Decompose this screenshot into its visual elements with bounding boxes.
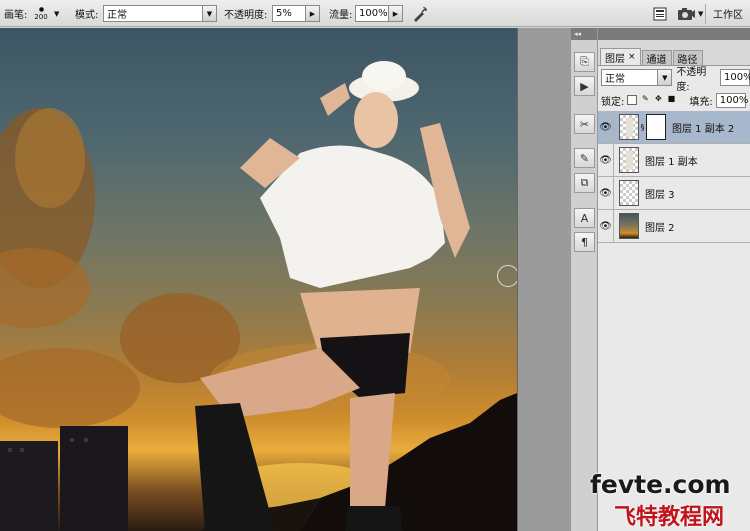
layer-name: 图层 1 副本 [645,156,698,168]
options-bar: 画笔: 200 ▼ 模式: 正常 ▼ 不透明度: 5% ▶ 流量: 100% ▶… [0,0,750,27]
opacity-label: 不透明度: [224,10,268,21]
brushes-icon[interactable]: ✎ [574,148,595,168]
history-icon[interactable]: ⎘ [574,52,595,72]
image-canvas[interactable] [0,28,517,531]
mode-label: 模式: [75,10,99,21]
layer-thumbnail [619,114,639,140]
tab-channels[interactable]: 通道 [641,50,672,66]
watermark-site-name: 飞特教程网 [614,505,725,530]
blend-mode-value: 正常 [605,74,625,85]
fill-field[interactable]: 100% [715,92,749,108]
canvas-pasteboard [517,28,570,531]
layers-panel-body: 正常 ▼ 不透明度: 100% 锁定: ✎ ✥ ■ 填充: 100% 👁 § 图… [598,65,750,531]
chevron-down-icon[interactable]: ▼ [657,70,672,85]
tab-layers-label: 图层 [605,53,625,65]
camera-icon[interactable] [676,4,696,24]
fill-label: 填充: [689,96,713,108]
layer-name: 图层 3 [645,189,675,201]
layer-opacity-field[interactable]: 100% [720,69,750,86]
link-icon[interactable]: § [639,123,646,132]
chevron-down-icon[interactable]: ▼ [698,10,703,18]
layer-row[interactable]: 👁 图层 3 [598,176,750,210]
opacity-value: 5% [276,8,292,19]
layer-name: 图层 2 [645,222,675,234]
panel-title-bar[interactable] [598,28,750,40]
flow-value: 100% [359,8,388,19]
workspace-menu[interactable]: 工作区 [713,6,743,21]
close-icon[interactable]: × [628,52,636,62]
opacity-slider-button[interactable]: ▶ [306,5,320,22]
layer-row[interactable]: 👁 图层 2 [598,209,750,243]
layer-opacity-value: 100% [724,72,750,83]
brush-preset-picker[interactable]: 200 ▼ [30,0,59,27]
character-icon[interactable]: A [574,208,595,228]
layers-panel: 图层 × 通道 路径 正常 ▼ 不透明度: 100% 锁定: ✎ ✥ ■ 填充:… [598,28,750,531]
brush-label: 画笔: [4,10,28,21]
photoshop-window: 画笔: 200 ▼ 模式: 正常 ▼ 不透明度: 5% ▶ 流量: 100% ▶… [0,0,750,531]
tab-layers[interactable]: 图层 × [600,48,641,65]
lock-transparency-icon[interactable] [627,95,638,105]
dock-collapse-bar[interactable]: ◂◂ [571,28,597,40]
layer-list: 👁 § 图层 1 副本 2 👁 图层 1 副本 👁 图层 3 👁 图层 2 [598,110,750,243]
mode-select[interactable]: 正常 ▼ [103,5,217,22]
lock-pixels-icon[interactable]: ✎ [640,95,650,105]
layer-thumbnail [619,180,639,206]
panel-dock-collapsed: ◂◂ ⎘ ▶ ✂ ✎ ⧉ A ¶ [570,28,598,531]
toolbar-separator [705,3,706,24]
brush-size: 200 [34,12,48,21]
eye-icon[interactable]: 👁 [598,110,614,144]
layer-mask-thumbnail[interactable] [646,114,666,140]
layer-row[interactable]: 👁 图层 1 副本 [598,143,750,177]
airbrush-icon[interactable] [410,4,430,24]
tab-channels-label: 通道 [646,54,667,66]
clone-source-icon[interactable]: ⧉ [574,173,595,193]
layer-thumbnail [619,147,639,173]
flow-label: 流量: [329,10,353,21]
blend-mode-select[interactable]: 正常 ▼ [601,69,673,86]
palette-well-icon[interactable] [650,4,670,24]
mode-value: 正常 [107,10,127,21]
layer-opacity-label: 不透明度: [676,66,707,93]
actions-icon[interactable]: ▶ [574,76,595,96]
fill-value: 100% [719,94,749,106]
layer-name: 图层 1 副本 2 [672,123,735,135]
opacity-field[interactable]: 5% [272,5,306,22]
layer-row[interactable]: 👁 § 图层 1 副本 2 [598,110,750,144]
lock-label: 锁定: [601,96,625,108]
brush-tip-icon [38,6,44,12]
paragraph-icon[interactable]: ¶ [574,232,595,252]
brush-cursor [497,265,517,287]
collapse-icon[interactable]: ◂◂ [574,30,581,38]
watermark-url: fevte.com [590,470,731,499]
chevron-down-icon[interactable]: ▼ [202,6,216,21]
layer-thumbnail [619,213,639,239]
eye-icon[interactable]: 👁 [598,143,614,177]
flow-field[interactable]: 100% [355,5,389,22]
flow-slider-button[interactable]: ▶ [389,5,403,22]
chevron-down-icon[interactable]: ▼ [54,10,59,18]
lock-all-icon[interactable]: ■ [666,95,676,105]
photo-artwork [0,61,517,531]
brush-preview[interactable]: 200 [30,3,52,25]
eye-icon[interactable]: 👁 [598,176,614,210]
eye-icon[interactable]: 👁 [598,209,614,243]
site-watermark: fevte.com 飞特教程网 [586,470,750,531]
tool-presets-icon[interactable]: ✂ [574,114,595,134]
lock-position-icon[interactable]: ✥ [653,95,663,105]
